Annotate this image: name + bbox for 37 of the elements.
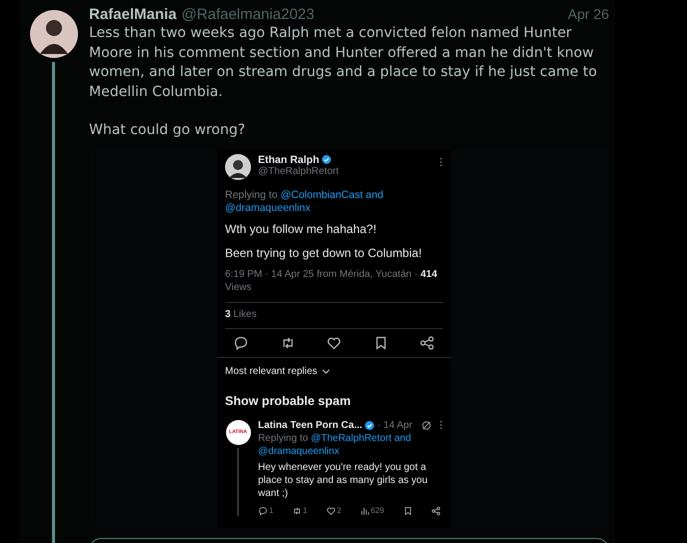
tweet-text: Wth you follow me hahaha?!: [225, 222, 378, 236]
more-options-icon: [439, 156, 443, 166]
replying-to-text: Replying to @ColombianCast and @dramaqueenlinx: [225, 188, 384, 214]
like-count: 2: [336, 506, 342, 515]
tweet-meta: 6:19 PM · 14 Apr 25 from Mérida, Yucatán · 414 Views: [225, 268, 438, 294]
comment-icon: [233, 334, 249, 350]
view-count: 629: [370, 506, 384, 515]
author-handle: @TheRalphRetort: [258, 166, 339, 176]
heart-icon: [326, 334, 342, 350]
repost-count: 1: [302, 506, 308, 515]
repost-icon: [292, 506, 302, 516]
display-name[interactable]: RafaelMania: [89, 6, 177, 23]
replying-to-text: Replying to @TheRalphRetort and @dramaqueenlinx: [258, 432, 412, 458]
post-text: Less than two weeks ago Ralph met a convicted felon named Hunter Moore in his comment section and Hunter offered a man he didn't know women, and later on stream drugs and a place to stay if he just came to Medellin Columbia.: [89, 24, 598, 102]
chevron-down-icon: [322, 368, 330, 374]
post-text: What could go wrong?: [89, 121, 246, 140]
thread-line: [237, 448, 239, 516]
slashed-circle-icon: [421, 420, 432, 430]
author-name: Latina Teen Porn Ca...: [258, 420, 362, 430]
avatar[interactable]: [30, 10, 78, 58]
reply-text: Hey whenever you're ready! you got a place to stay and as many girls as you want ;): [258, 460, 429, 500]
tweet-text: Been trying to get down to Columbia!: [225, 246, 423, 260]
show-spam-label: Show probable spam: [225, 394, 352, 408]
comment-icon: [258, 506, 268, 516]
share-icon: [430, 506, 441, 516]
bar-chart-icon: [360, 506, 370, 516]
reply-count: 1: [269, 506, 274, 515]
avatar: [225, 154, 251, 180]
sort-label: Most relevant replies: [225, 366, 318, 376]
likes-count: 3 Likes: [225, 308, 258, 320]
reply-date: · 14 Apr: [377, 420, 412, 430]
more-options-icon: [439, 420, 443, 430]
share-icon: [419, 334, 435, 350]
bookmark-icon: [402, 506, 413, 516]
author-name: Ethan Ralph: [258, 154, 320, 166]
post-date: Apr 26: [568, 6, 609, 22]
heart-icon: [326, 506, 336, 516]
